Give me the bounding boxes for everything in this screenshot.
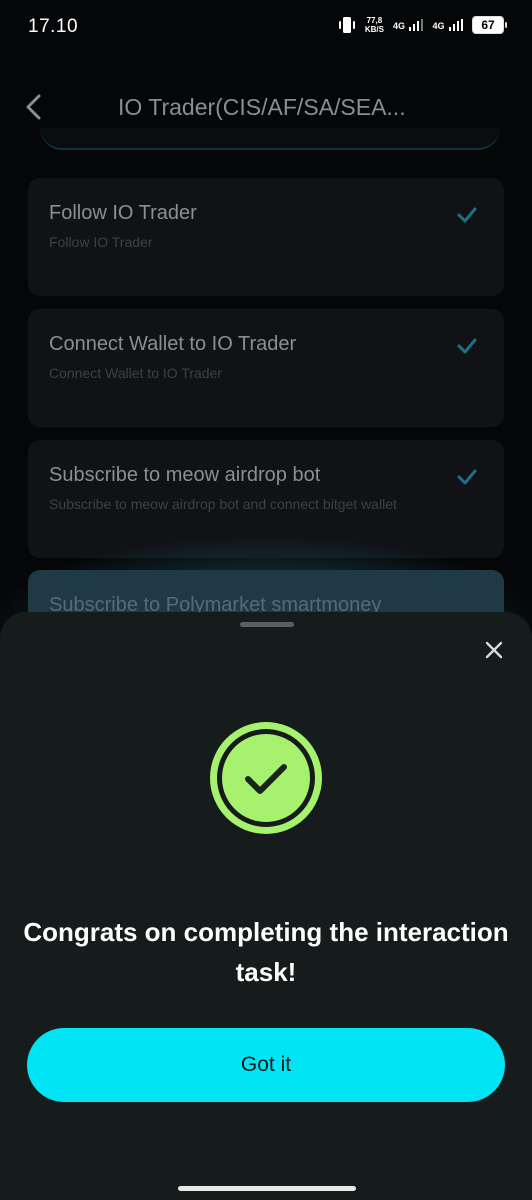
sim1-network-label: 4G bbox=[392, 21, 405, 31]
task-title: Follow IO Trader bbox=[49, 202, 197, 224]
home-indicator[interactable] bbox=[178, 1186, 356, 1191]
sim2-signal: 4G bbox=[432, 19, 463, 31]
task-subtitle: Connect Wallet to IO Trader bbox=[49, 365, 222, 381]
sim1-signal: 4G bbox=[393, 19, 424, 31]
got-it-button[interactable]: Got it bbox=[27, 1028, 505, 1102]
status-bar: 17.10 77,8 KB/S 4G 4G 67 bbox=[0, 0, 532, 56]
task-card[interactable]: Connect Wallet to IO Trader Connect Wall… bbox=[28, 309, 504, 427]
task-subtitle: Subscribe to meow airdrop bot and connec… bbox=[49, 496, 397, 512]
page-title: IO Trader(CIS/AF/SA/SEA... bbox=[118, 94, 406, 120]
status-icons: 77,8 KB/S 4G 4G 67 bbox=[338, 14, 507, 36]
vibrate-icon bbox=[338, 14, 356, 36]
task-subtitle: Follow IO Trader bbox=[49, 234, 153, 250]
network-speed-unit: KB/S bbox=[364, 25, 384, 34]
task-card[interactable]: Follow IO Trader Follow IO Trader bbox=[28, 178, 504, 296]
task-title: Subscribe to meow airdrop bot bbox=[49, 464, 321, 486]
battery-level: 67 bbox=[481, 18, 495, 32]
check-icon bbox=[457, 469, 477, 485]
sim2-network-label: 4G bbox=[432, 21, 445, 31]
previous-card-edge bbox=[40, 128, 500, 150]
status-time: 17.10 bbox=[28, 16, 79, 37]
congrats-message: Congrats on completing the interaction t… bbox=[23, 917, 509, 987]
network-speed: 77,8 KB/S bbox=[365, 16, 384, 34]
sheet-drag-handle[interactable] bbox=[240, 622, 294, 627]
chevron-left-icon bbox=[26, 94, 41, 120]
signal-bars-icon bbox=[408, 19, 424, 31]
network-speed-value: 77,8 bbox=[366, 16, 383, 25]
check-icon bbox=[457, 338, 477, 354]
close-button[interactable] bbox=[478, 634, 510, 666]
task-title: Connect Wallet to IO Trader bbox=[49, 333, 297, 355]
signal-bars-icon bbox=[448, 19, 463, 31]
completion-bottom-sheet: Congrats on completing the interaction t… bbox=[0, 612, 532, 1200]
battery-indicator: 67 bbox=[472, 16, 507, 34]
success-check-icon bbox=[210, 722, 322, 834]
back-button[interactable] bbox=[20, 90, 50, 124]
check-icon bbox=[457, 207, 477, 223]
close-icon bbox=[485, 641, 503, 659]
